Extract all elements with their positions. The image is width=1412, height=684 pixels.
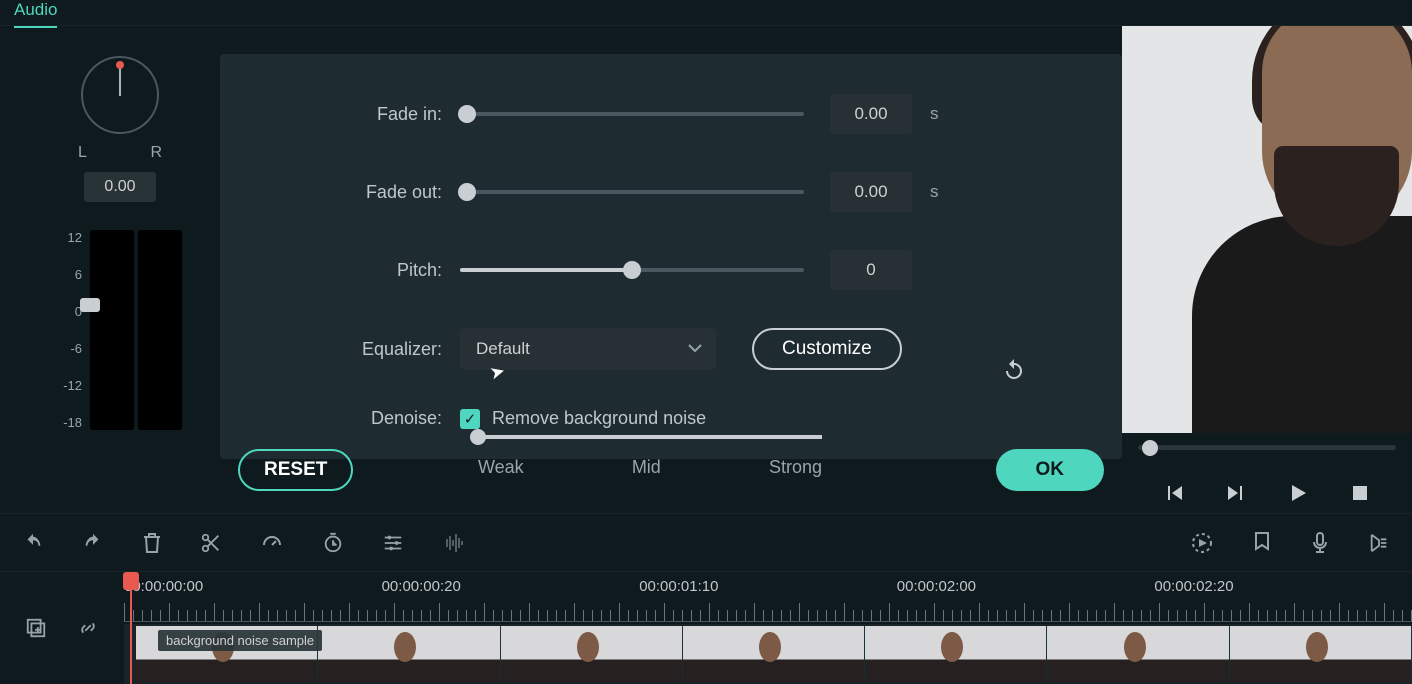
meter-tick: 0 bbox=[58, 304, 82, 319]
meter-tick: -12 bbox=[58, 378, 82, 393]
workspace: L R 0.00 12 6 0 -6 -12 -18 Fade in: 0.00 bbox=[0, 26, 1412, 513]
meter-tick: 12 bbox=[58, 230, 82, 245]
equalizer-label: Equalizer: bbox=[220, 339, 460, 360]
redo-icon[interactable] bbox=[82, 532, 104, 554]
ok-button[interactable]: OK bbox=[996, 449, 1105, 491]
volume-fader[interactable] bbox=[90, 230, 182, 435]
equalizer-selected: Default bbox=[476, 339, 530, 359]
pan-left-label: L bbox=[78, 144, 87, 162]
video-track[interactable]: background noise sample bbox=[124, 624, 1412, 684]
fade-out-unit: s bbox=[930, 182, 939, 202]
meter-tick: 6 bbox=[58, 267, 82, 282]
prev-frame-icon[interactable] bbox=[1164, 483, 1184, 503]
timeline-toolbar bbox=[0, 513, 1412, 571]
fade-out-value[interactable]: 0.00 bbox=[830, 172, 912, 212]
marker-icon[interactable] bbox=[1252, 531, 1272, 555]
pan-right-label: R bbox=[150, 144, 162, 162]
volume-meter: 12 6 0 -6 -12 -18 bbox=[58, 230, 182, 435]
render-icon[interactable] bbox=[1190, 531, 1214, 555]
pitch-value[interactable]: 0 bbox=[830, 250, 912, 290]
audio-properties-panel: Fade in: 0.00 s Fade out: 0.00 s Pitch: … bbox=[220, 54, 1122, 459]
reset-button[interactable]: RESET bbox=[238, 449, 353, 491]
undo-icon[interactable] bbox=[22, 532, 44, 554]
denoise-checkbox[interactable]: ✓ bbox=[460, 409, 480, 429]
add-track-icon[interactable] bbox=[25, 617, 47, 639]
reset-denoise-icon[interactable] bbox=[1002, 358, 1026, 382]
fade-in-value[interactable]: 0.00 bbox=[830, 94, 912, 134]
preview-viewport bbox=[1122, 26, 1412, 433]
link-icon[interactable] bbox=[77, 617, 99, 639]
equalizer-select[interactable]: Default bbox=[460, 328, 716, 370]
time-mark: 00:00:01:10 bbox=[639, 578, 897, 595]
stop-icon[interactable] bbox=[1350, 483, 1370, 503]
preview-scrubber[interactable] bbox=[1122, 433, 1412, 469]
denoise-checkbox-label: Remove background noise bbox=[492, 408, 706, 429]
time-mark: 00:00:00:20 bbox=[382, 578, 640, 595]
fade-out-slider[interactable] bbox=[460, 190, 804, 194]
preview-panel bbox=[1122, 26, 1412, 513]
fade-in-label: Fade in: bbox=[220, 104, 460, 125]
delete-icon[interactable] bbox=[142, 532, 162, 554]
denoise-slider[interactable] bbox=[478, 435, 822, 439]
left-controls: L R 0.00 12 6 0 -6 -12 -18 bbox=[0, 26, 220, 513]
duration-icon[interactable] bbox=[322, 532, 344, 554]
time-mark: 00:00:00:00 bbox=[124, 578, 382, 595]
speed-icon[interactable] bbox=[260, 531, 284, 555]
tab-audio[interactable]: Audio bbox=[14, 0, 57, 28]
time-mark: 00:00:02:00 bbox=[897, 578, 1155, 595]
pan-value: 0.00 bbox=[84, 172, 155, 202]
clip-label: background noise sample bbox=[158, 630, 322, 651]
pan-dial[interactable] bbox=[81, 56, 159, 134]
preview-controls bbox=[1122, 469, 1412, 513]
timeline: 00:00:00:00 00:00:00:20 00:00:01:10 00:0… bbox=[0, 571, 1412, 684]
tab-bar: Audio bbox=[0, 0, 1412, 26]
mixer-icon[interactable] bbox=[1368, 532, 1390, 554]
pitch-label: Pitch: bbox=[220, 260, 460, 281]
time-mark: 00:00:02:20 bbox=[1154, 578, 1412, 595]
adjust-icon[interactable] bbox=[382, 532, 404, 554]
fade-in-slider[interactable] bbox=[460, 112, 804, 116]
play-icon[interactable] bbox=[1288, 483, 1308, 503]
voiceover-icon[interactable] bbox=[1310, 531, 1330, 555]
meter-tick: -18 bbox=[58, 415, 82, 430]
timeline-track-controls bbox=[0, 572, 124, 684]
denoise-label: Denoise: bbox=[220, 408, 460, 429]
timeline-clip[interactable]: background noise sample bbox=[136, 626, 1412, 682]
timeline-ruler[interactable]: 00:00:00:00 00:00:00:20 00:00:01:10 00:0… bbox=[124, 572, 1412, 622]
customize-button[interactable]: Customize bbox=[752, 328, 902, 370]
audio-wave-icon[interactable] bbox=[442, 532, 468, 554]
pitch-slider[interactable] bbox=[460, 268, 804, 272]
chevron-down-icon bbox=[688, 344, 702, 354]
fade-in-unit: s bbox=[930, 104, 939, 124]
next-frame-icon[interactable] bbox=[1226, 483, 1246, 503]
meter-tick: -6 bbox=[58, 341, 82, 356]
split-icon[interactable] bbox=[200, 532, 222, 554]
fade-out-label: Fade out: bbox=[220, 182, 460, 203]
playhead[interactable] bbox=[130, 572, 132, 684]
